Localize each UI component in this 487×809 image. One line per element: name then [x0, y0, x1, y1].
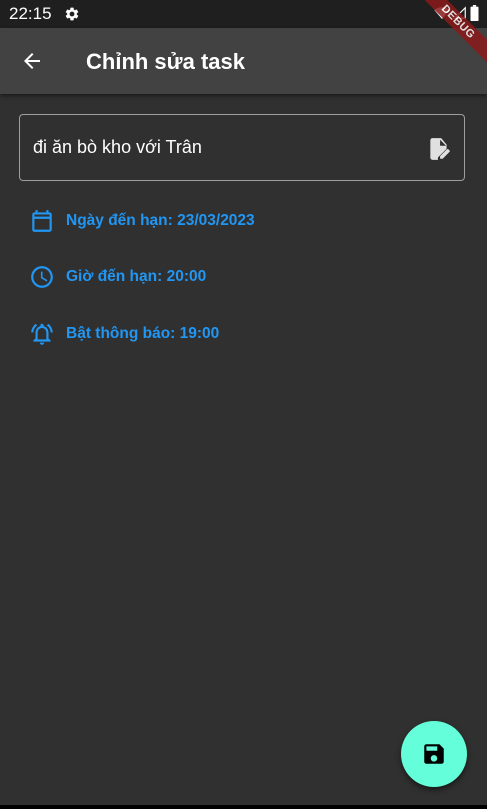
status-bar: 22:15 — [0, 0, 487, 28]
task-name-field[interactable] — [19, 114, 465, 181]
due-time-label: Giờ đến hạn: 20:00 — [66, 268, 207, 285]
settings-gear-icon — [65, 7, 79, 21]
clock-icon — [29, 264, 55, 290]
notification-label: Bật thông báo: 19:00 — [66, 325, 220, 342]
notification-row[interactable]: Bật thông báo: 19:00 — [29, 320, 219, 348]
back-button[interactable] — [10, 39, 54, 83]
due-time-row[interactable]: Giờ đến hạn: 20:00 — [29, 263, 206, 291]
battery-icon — [470, 5, 479, 21]
arrow-left-icon — [24, 53, 40, 69]
task-name-input[interactable] — [33, 135, 413, 159]
due-date-label: Ngày đến hạn: 23/03/2023 — [66, 212, 255, 229]
edit-note-icon[interactable] — [426, 136, 452, 162]
alarm-bell-icon — [29, 321, 55, 347]
navigation-bar-edge — [0, 805, 487, 809]
page-title: Chỉnh sửa task — [86, 49, 245, 74]
due-date-row[interactable]: Ngày đến hạn: 23/03/2023 — [29, 207, 255, 235]
calendar-icon — [29, 208, 55, 234]
status-time: 22:15 — [9, 4, 52, 23]
save-icon — [424, 744, 444, 764]
app-bar: Chỉnh sửa task — [0, 28, 487, 94]
save-button[interactable] — [401, 721, 467, 787]
